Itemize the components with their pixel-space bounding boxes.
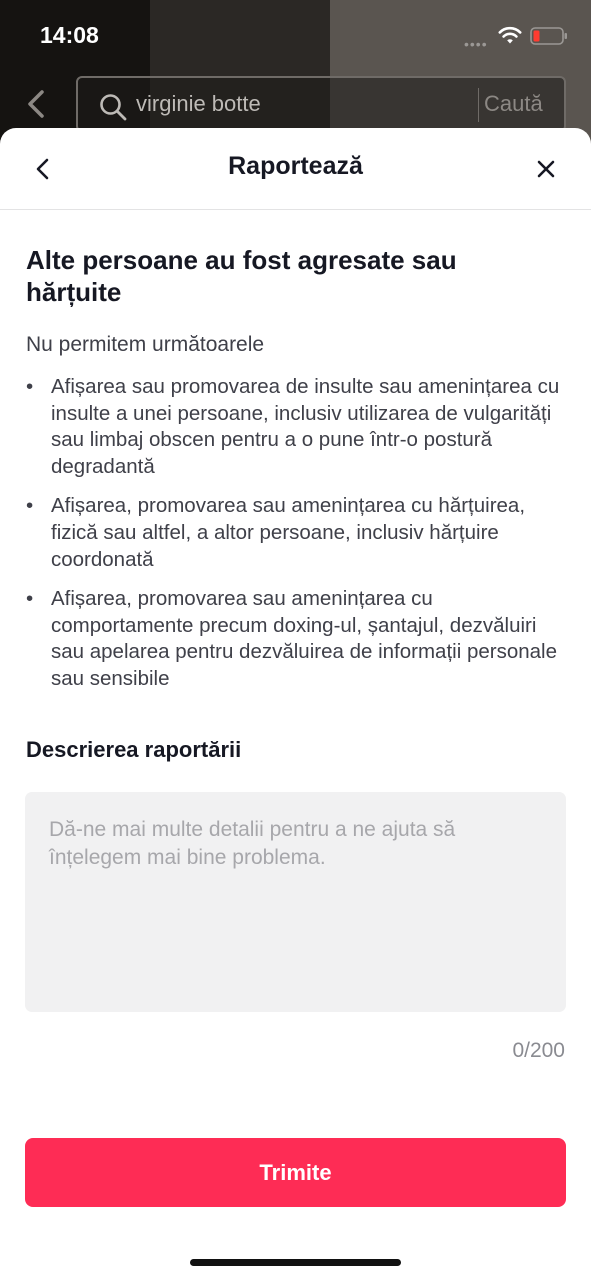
submit-button[interactable]: Trimite	[25, 1138, 566, 1207]
policy-rule-text: Afișarea, promovarea sau amenințarea cu …	[51, 587, 557, 690]
wifi-icon	[498, 26, 522, 44]
policy-rule: • Afișarea, promovarea sau amenințarea c…	[26, 586, 571, 692]
bullet: •	[26, 494, 34, 518]
sheet-title: Raportează	[228, 152, 363, 180]
cellular-signal-icon: ••••	[464, 36, 488, 52]
policy-rule-text: Afișarea sau promovarea de insulte sau a…	[51, 375, 560, 478]
report-reason-heading: Alte persoane au fost agresate sau hărțu…	[26, 245, 457, 307]
character-counter: 0/200	[512, 1039, 565, 1062]
search-divider	[478, 88, 479, 122]
description-label: Descrierea raportării	[26, 737, 242, 762]
policy-rules-list: • Afișarea sau promovarea de insulte sau…	[26, 374, 571, 706]
sheet-header: Raportează	[0, 128, 591, 210]
description-input[interactable]	[25, 792, 566, 1012]
background-back-icon	[28, 90, 44, 118]
background-search-bar: virginie botte Caută	[76, 76, 566, 132]
policy-rule-text: Afișarea, promovarea sau amenințarea cu …	[51, 494, 526, 571]
bullet: •	[26, 375, 34, 398]
report-sheet: Raportează Alte persoane au fost agresat…	[0, 128, 591, 1280]
policy-intro: Nu permitem următoarele	[26, 333, 265, 356]
home-indicator	[190, 1259, 401, 1266]
status-time: 14:08	[40, 22, 99, 48]
policy-rule: • Afișarea sau promovarea de insulte sau…	[26, 374, 571, 480]
policy-rule: • Afișarea, promovarea sau amenințarea c…	[26, 493, 571, 573]
battery-icon	[530, 27, 567, 45]
background-search-query: virginie botte	[136, 91, 261, 116]
bullet: •	[26, 587, 34, 611]
background-search-button: Caută	[484, 91, 543, 116]
status-bar: 14:08 ••••	[0, 0, 591, 70]
close-icon[interactable]	[530, 153, 562, 185]
search-icon	[100, 94, 127, 121]
